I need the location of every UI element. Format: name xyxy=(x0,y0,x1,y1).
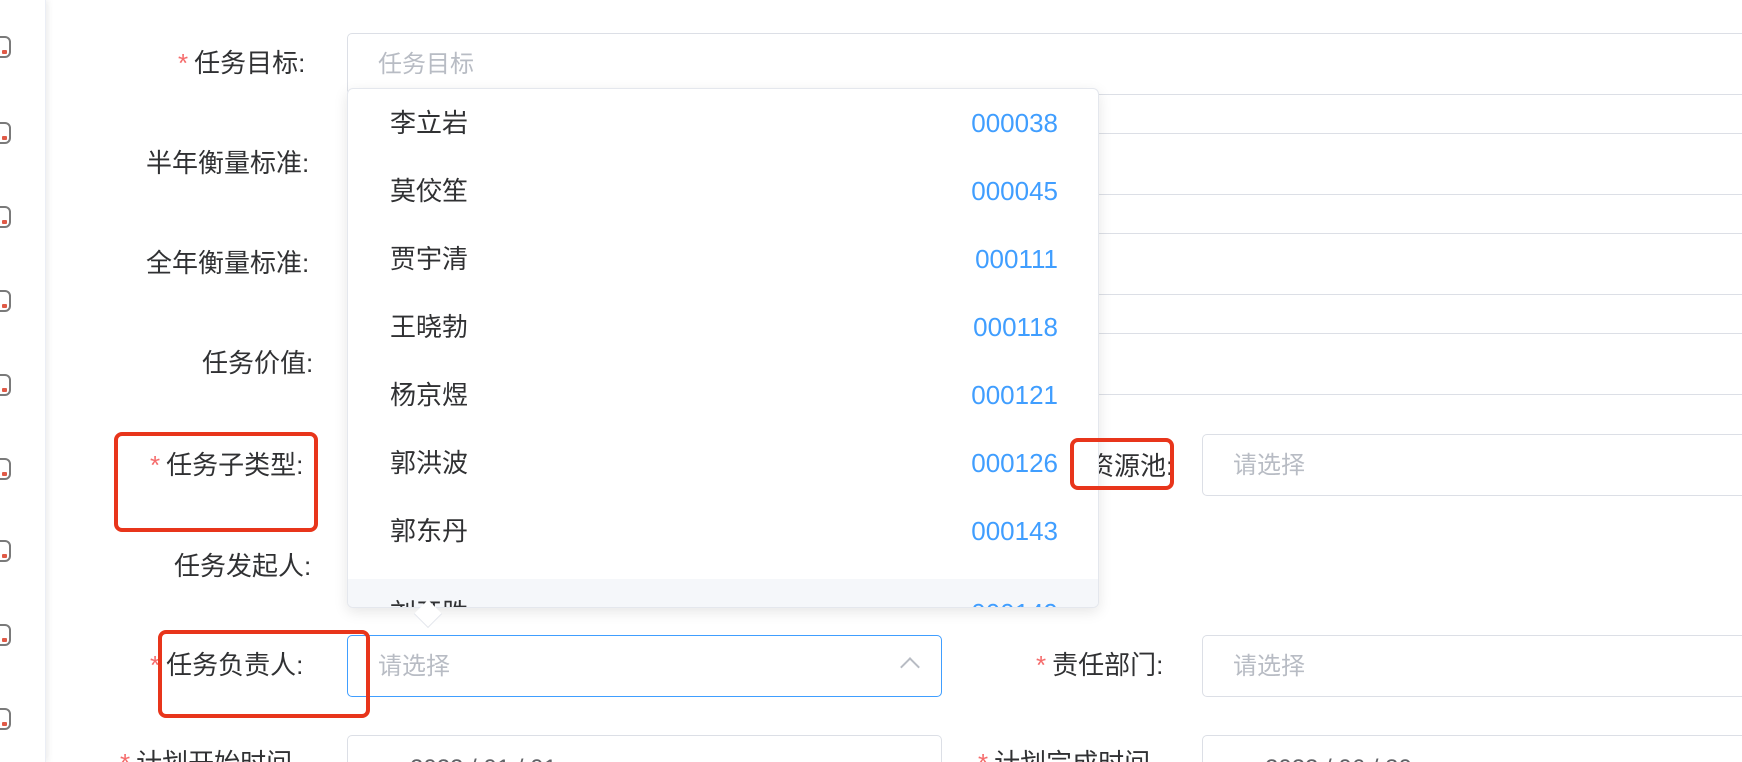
task-owner-label: * 任务负责人: xyxy=(150,650,304,680)
dropdown-option[interactable]: 莫佼笙 000045 xyxy=(348,157,1098,225)
file-icon[interactable] xyxy=(0,458,11,480)
chevron-up-icon[interactable] xyxy=(900,657,920,677)
task-subtype-label: * 任务子类型: xyxy=(150,450,304,480)
highlight-box-task-subtype xyxy=(114,432,318,532)
dropdown-option[interactable]: 李立岩 000038 xyxy=(348,89,1098,157)
left-sidebar xyxy=(0,0,46,762)
plan-start-date[interactable]: 2022 / 01 / 01 xyxy=(347,735,942,762)
plan-end-date[interactable]: 2022 / 06 / 30 xyxy=(1202,735,1742,762)
dropdown-option[interactable]: 贾宇清 000111 xyxy=(348,225,1098,293)
half-year-standard-label: 半年衡量标准: xyxy=(146,148,310,178)
plan-end-label: *计划完成时间 xyxy=(978,748,1150,762)
owner-dropdown-list: 李立岩 000038 莫佼笙 000045 贾宇清 000111 王晓勃 000… xyxy=(347,88,1099,608)
file-icon[interactable] xyxy=(0,290,11,312)
task-initiator-label: 任务发起人: xyxy=(174,551,312,581)
resource-pool-label: 资源池: xyxy=(1088,451,1174,481)
file-icon[interactable] xyxy=(0,708,11,730)
file-icon[interactable] xyxy=(0,206,11,228)
file-icon[interactable] xyxy=(0,36,11,58)
task-goal-label: * 任务目标: xyxy=(178,48,306,78)
full-year-standard-label: 全年衡量标准: xyxy=(146,248,310,278)
dropdown-option[interactable]: 杨京煜 000121 xyxy=(348,361,1098,429)
task-value-label: 任务价值: xyxy=(202,348,314,378)
responsible-dept-select[interactable]: 请选择 xyxy=(1202,635,1742,697)
file-icon[interactable] xyxy=(0,374,11,396)
dropdown-option[interactable]: 郭东丹 000143 xyxy=(348,497,1098,565)
file-icon[interactable] xyxy=(0,122,11,144)
responsible-dept-label: * 责任部门: xyxy=(1036,650,1164,680)
task-owner-select[interactable]: 请选择 xyxy=(347,635,942,697)
file-icon[interactable] xyxy=(0,540,11,562)
file-icon[interactable] xyxy=(0,624,11,646)
dropdown-option[interactable]: 郭洪波 000126 xyxy=(348,429,1098,497)
resource-pool-select[interactable]: 请选择 xyxy=(1202,434,1742,496)
task-goal-input[interactable]: 任务目标 xyxy=(347,33,1742,95)
plan-start-label: *计划开始时间 xyxy=(120,748,292,762)
dropdown-option[interactable]: 王晓勃 000118 xyxy=(348,293,1098,361)
dropdown-option[interactable]: 刘开胜 000149 xyxy=(348,579,1098,607)
